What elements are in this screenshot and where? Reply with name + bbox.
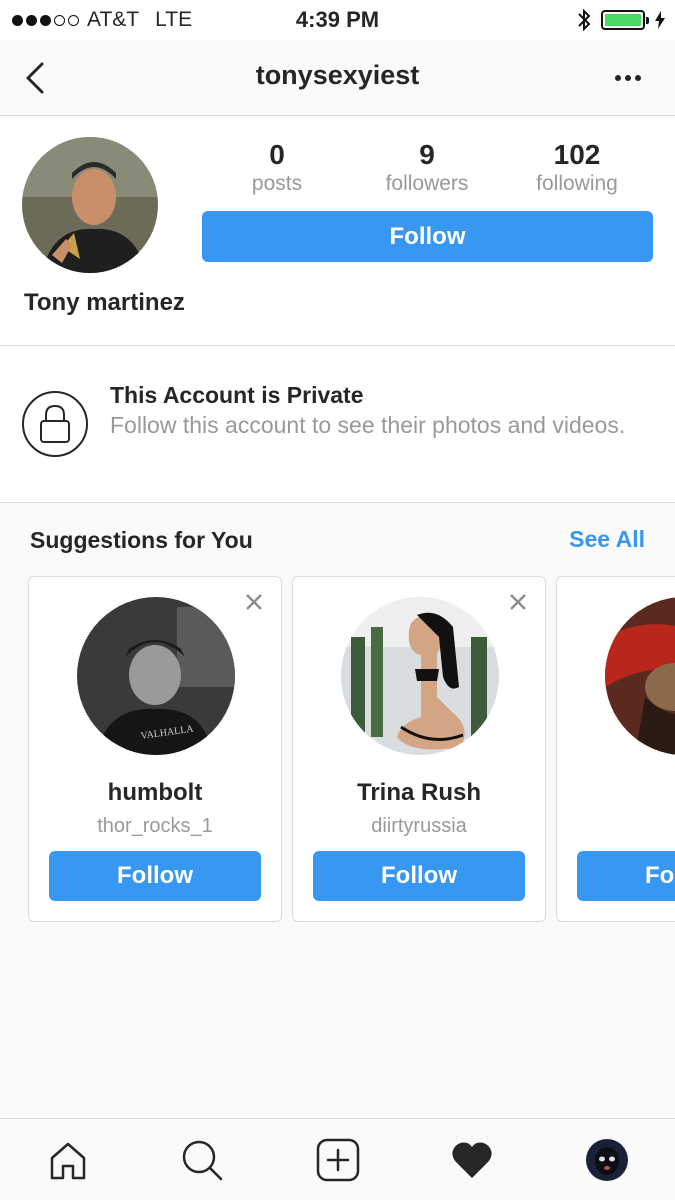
more-horizontal-icon (615, 75, 621, 81)
suggestion-follow-button[interactable]: Follow (313, 851, 525, 901)
profile-header: Tony martinez 0 posts 9 followers 102 fo… (0, 117, 675, 346)
suggestion-name: Trina Rush (356, 779, 482, 806)
suggestion-follow-button[interactable]: Follow (49, 851, 261, 901)
profile-avatar[interactable] (22, 137, 158, 273)
nav-bar: tonysexyiest (0, 40, 675, 116)
suggestion-card[interactable]: VALHALLA humbolt thor_rocks_1 Follow (28, 576, 282, 922)
stat-followers[interactable]: 9 followers (352, 139, 502, 197)
stat-posts-label: posts (251, 172, 303, 195)
status-right (577, 8, 665, 32)
charging-icon (655, 11, 665, 29)
suggestion-username: thor_rocks_1 (97, 815, 213, 837)
stat-posts-count: 0 (269, 139, 285, 170)
tab-bar (0, 1118, 675, 1200)
add-post-icon (316, 1138, 360, 1182)
suggestion-card[interactable]: Trina Rush diirtyrussia Follow (292, 576, 546, 922)
battery-icon (601, 10, 649, 30)
dismiss-suggestion-icon[interactable] (507, 591, 529, 613)
stat-following-label: following (536, 172, 618, 195)
bluetooth-icon (578, 8, 591, 32)
tab-activity[interactable] (449, 1137, 495, 1183)
heart-icon (452, 1142, 492, 1178)
status-time: 4:39 PM (295, 7, 380, 32)
suggestion-follow-button[interactable]: Follow (577, 851, 675, 901)
tab-add-post[interactable] (315, 1137, 361, 1183)
tab-home[interactable] (45, 1137, 91, 1183)
suggestions-title: Suggestions for You (30, 527, 253, 553)
tab-search[interactable] (179, 1137, 225, 1183)
suggestion-avatar[interactable]: VALHALLA (77, 597, 235, 755)
profile-username-title: tonysexyiest (255, 60, 420, 90)
suggestion-username: miami (557, 815, 675, 838)
suggestion-name: humbolt (107, 779, 203, 806)
see-all-link[interactable]: See All (569, 526, 645, 553)
more-options-button[interactable] (615, 68, 645, 88)
stat-posts: 0 posts (202, 139, 352, 197)
lock-icon-circle (22, 391, 88, 457)
profile-display-name: Tony martinez (24, 289, 185, 316)
stat-following[interactable]: 102 following (502, 139, 652, 197)
suggestion-name: miami (557, 779, 675, 807)
private-title: This Account is Private (110, 382, 364, 408)
lock-icon (40, 404, 70, 443)
suggestion-avatar[interactable] (605, 597, 675, 755)
home-icon (50, 1142, 86, 1180)
suggestions-section: Suggestions for You See All VALHALLA hum… (0, 503, 675, 1118)
tab-profile[interactable] (584, 1137, 630, 1183)
stat-followers-label: followers (385, 172, 469, 195)
dismiss-suggestion-icon[interactable] (243, 591, 265, 613)
private-account-notice: This Account is Private Follow this acco… (0, 346, 675, 503)
stat-following-count: 102 (553, 139, 601, 170)
profile-avatar (586, 1139, 628, 1181)
status-bar: AT&T LTE 4:39 PM (0, 0, 675, 40)
follow-button[interactable]: Follow (202, 211, 653, 262)
suggestion-avatar[interactable] (341, 597, 499, 755)
private-description: Follow this account to see their photos … (110, 412, 626, 438)
suggestion-card[interactable]: miami miami Follow (556, 576, 675, 922)
stat-followers-count: 9 (419, 139, 435, 170)
suggestion-username: diirtyrussia (371, 815, 467, 837)
search-icon (182, 1140, 223, 1181)
